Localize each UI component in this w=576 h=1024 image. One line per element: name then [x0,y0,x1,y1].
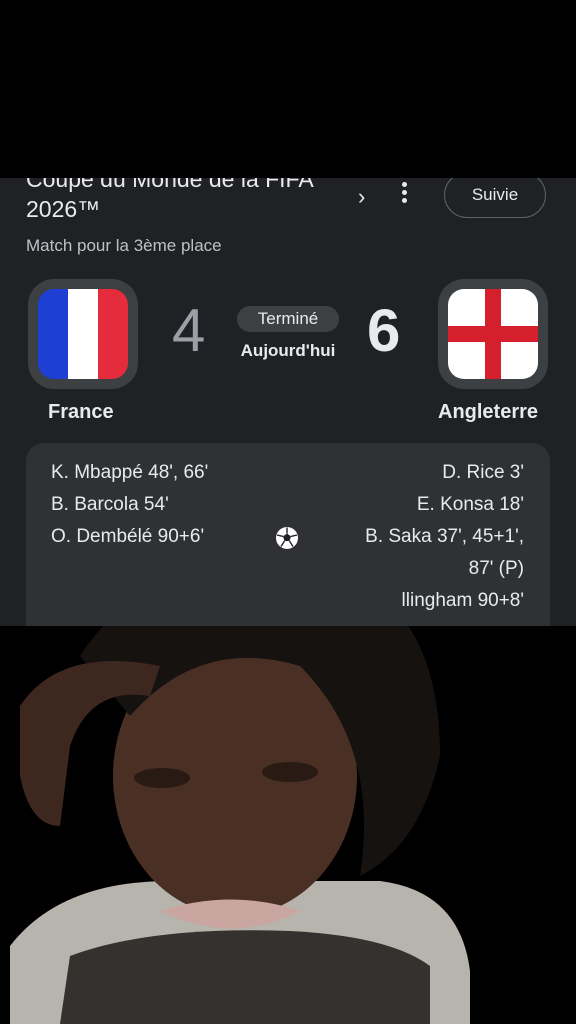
webcam-overlay [0,626,576,1024]
more-vert-icon[interactable] [395,182,413,206]
competition-title[interactable]: Coupe du Monde de la FIFA 2026™ [26,178,356,224]
home-team-name[interactable]: France [48,401,114,424]
scorer-row: O. Dembélé 90+6' [51,526,205,547]
scorer-row: B. Saka 37', 45+1', [365,526,524,547]
soccer-ball-icon [276,527,298,549]
away-score: 6 [367,297,401,364]
match-status-badge: Terminé [237,306,339,332]
away-team-logo[interactable] [438,279,548,389]
match-date: Aujourd'hui [240,341,336,360]
competition-title-line2: 2026™ [26,196,101,222]
chevron-right-icon[interactable]: › [358,184,365,210]
home-team-logo[interactable] [28,279,138,389]
goal-scorers-panel: K. Mbappé 48', 66' B. Barcola 54' O. Dem… [26,443,550,626]
competition-title-line1: Coupe du Monde de la FIFA [26,178,314,192]
france-flag-icon [38,289,128,379]
scorer-row: D. Rice 3' [442,462,524,483]
england-flag-icon [448,289,538,379]
home-score: 4 [172,297,206,364]
scorer-row: K. Mbappé 48', 66' [51,462,209,483]
away-scorers: D. Rice 3' E. Konsa 18' B. Saka 37', 45+… [365,457,524,617]
follow-button[interactable]: Suivie [444,178,546,218]
scorer-row: 87' (P) [468,558,524,579]
scorer-row: llingham 90+8' [401,590,524,611]
home-scorers: K. Mbappé 48', 66' B. Barcola 54' O. Dem… [51,457,208,553]
match-stage: Match pour la 3ème place [26,236,222,255]
match-card: Coupe du Monde de la FIFA 2026™ › Suivie… [0,178,576,626]
scorer-row: E. Konsa 18' [416,494,524,515]
scorer-row: B. Barcola 54' [51,494,169,515]
away-team-name[interactable]: Angleterre [438,401,538,424]
